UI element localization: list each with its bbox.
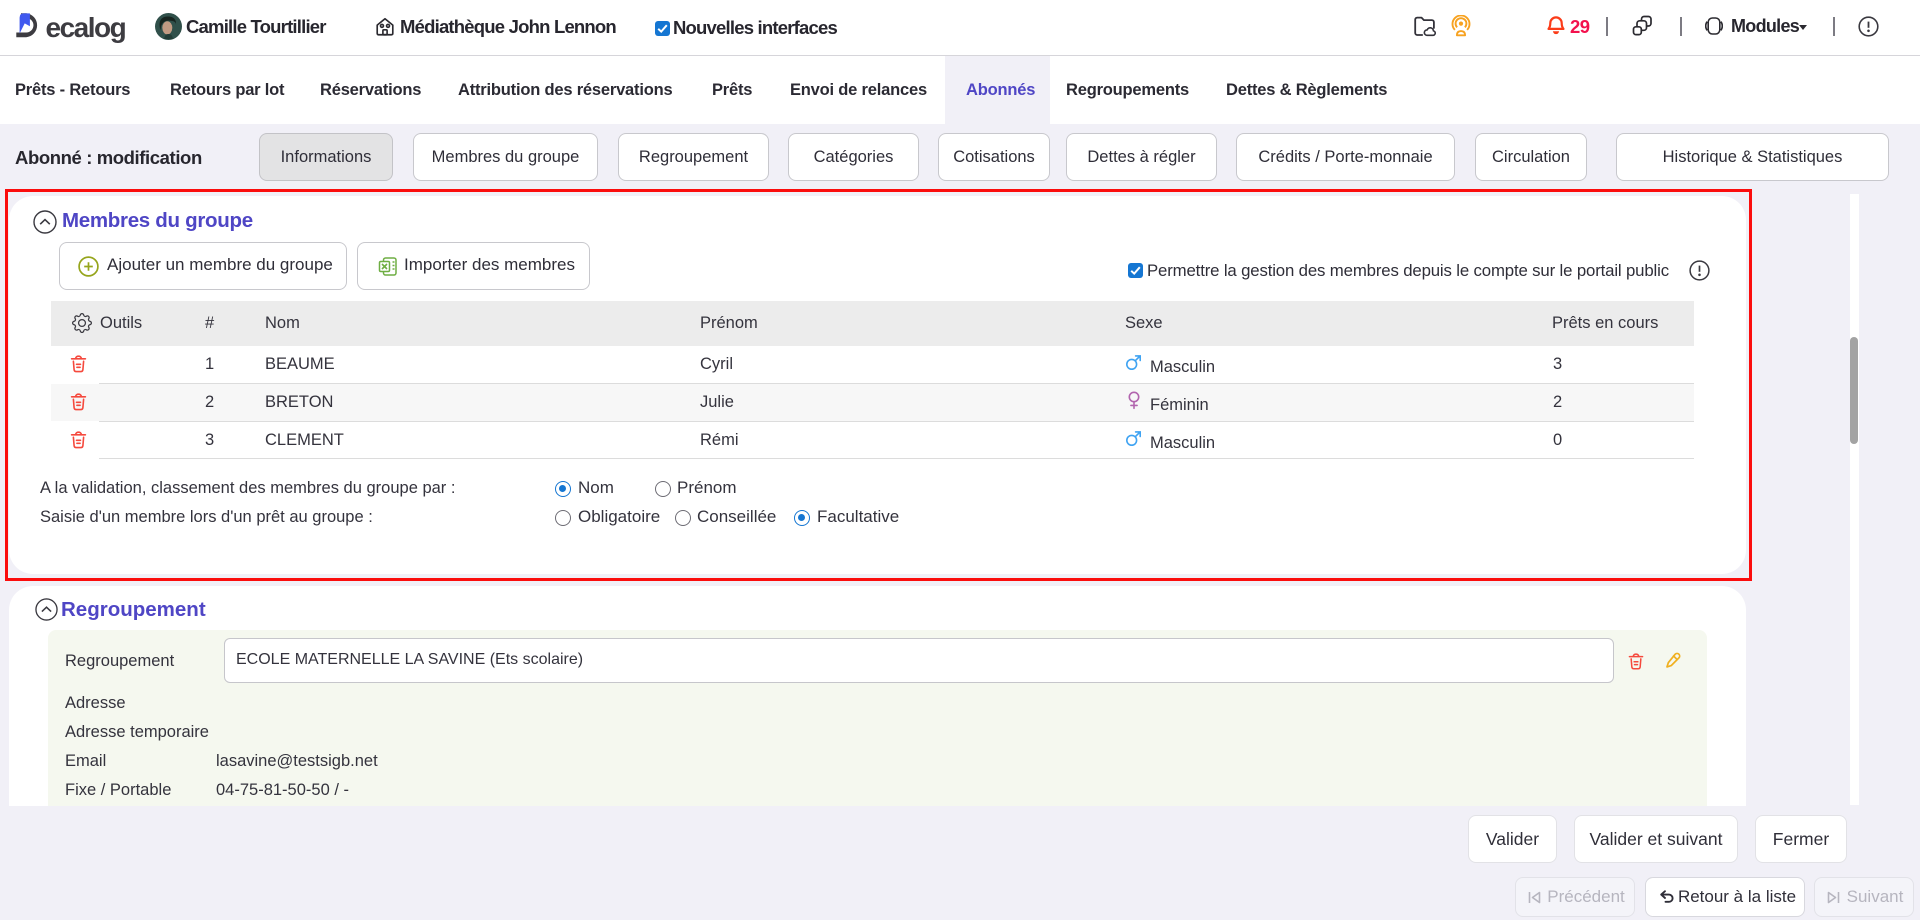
svg-text:ecalog: ecalog <box>46 12 126 43</box>
